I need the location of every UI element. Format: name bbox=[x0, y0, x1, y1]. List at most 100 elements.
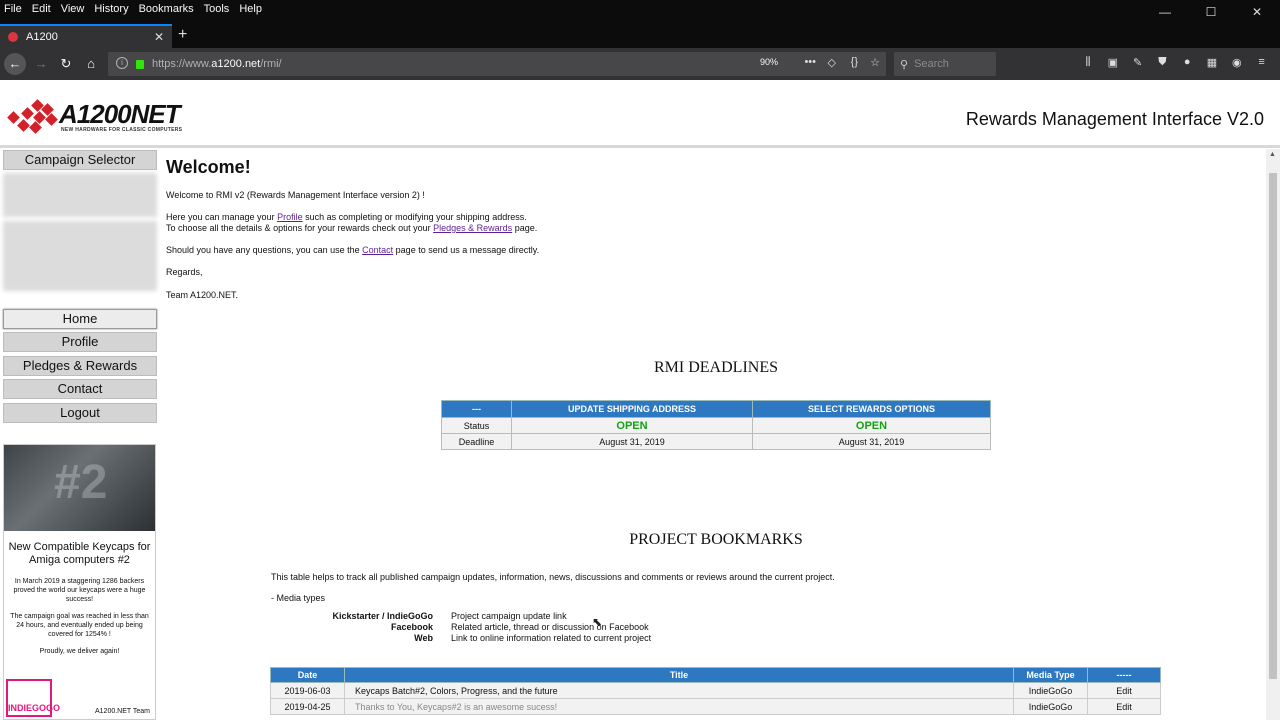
media-type-key: Kickstarter / IndieGoGo bbox=[332, 611, 433, 621]
bookmark-media-type: IndieGoGo bbox=[1013, 682, 1088, 699]
mouse-cursor-icon: ⬉ bbox=[592, 615, 603, 629]
column-header: --- bbox=[441, 400, 512, 418]
page-scrollbar[interactable]: ▲ bbox=[1266, 149, 1280, 720]
addon-icon[interactable]: ● bbox=[1175, 56, 1200, 69]
edit-button[interactable]: Edit bbox=[1087, 698, 1161, 715]
contact-link[interactable]: Contact bbox=[362, 245, 393, 255]
table-row[interactable]: 2019-06-03 Keycaps Batch#2, Colors, Prog… bbox=[270, 682, 1161, 699]
deadlines-heading: RMI DEADLINES bbox=[654, 359, 778, 376]
search-placeholder: Search bbox=[914, 58, 949, 70]
text-segment: page to send us a message directly. bbox=[393, 245, 540, 255]
sidebar: Campaign Selector Home Profile Pledges &… bbox=[0, 149, 160, 720]
grid-addon-icon[interactable]: ▦ bbox=[1200, 56, 1225, 69]
menu-file[interactable]: File bbox=[4, 3, 22, 15]
sidebar-item-contact[interactable]: Contact bbox=[3, 379, 157, 399]
media-type-desc: Link to online information related to cu… bbox=[451, 633, 652, 643]
extension-icon[interactable]: ✎ bbox=[1125, 56, 1150, 69]
promo-text: The campaign goal was reached in less th… bbox=[10, 613, 149, 638]
table-row: Status OPEN OPEN bbox=[441, 417, 991, 434]
bookmark-star-icon[interactable]: ☆ bbox=[870, 56, 880, 69]
promo-body: In March 2019 a staggering 1286 backers … bbox=[4, 577, 155, 656]
url-bar[interactable]: i https://www. a1200.net/rmi/ 90% ••• ◇ {… bbox=[108, 52, 886, 76]
welcome-text: Welcome to RMI v2 (Rewards Management In… bbox=[166, 190, 425, 200]
forward-arrow-icon[interactable]: → bbox=[30, 53, 52, 75]
search-icon: ⚲ bbox=[900, 58, 909, 71]
welcome-text: Regards, bbox=[166, 267, 203, 277]
tab-title: A1200 bbox=[26, 31, 58, 43]
site-logo[interactable]: A1200NET NEW HARDWARE FOR CLASSIC COMPUT… bbox=[3, 97, 199, 137]
back-arrow-icon[interactable]: ← bbox=[4, 53, 26, 75]
sidebar-item-logout[interactable]: Logout bbox=[3, 403, 157, 423]
site-header: A1200NET NEW HARDWARE FOR CLASSIC COMPUT… bbox=[0, 80, 1280, 148]
sidebar-item-home[interactable]: Home bbox=[3, 309, 157, 329]
keycaps-image: #2 bbox=[4, 445, 155, 531]
sidebar-item-profile[interactable]: Profile bbox=[3, 332, 157, 352]
sidebar-icon[interactable]: ▣ bbox=[1100, 56, 1125, 69]
hamburger-menu-icon[interactable]: ≡ bbox=[1249, 56, 1274, 69]
table-row: Deadline August 31, 2019 August 31, 2019 bbox=[441, 433, 991, 450]
table-header-row: Date Title Media Type ----- bbox=[270, 667, 1161, 683]
menu-view[interactable]: View bbox=[61, 3, 85, 15]
close-window-button[interactable]: ✕ bbox=[1234, 0, 1280, 24]
row-label: Deadline bbox=[441, 433, 512, 450]
bookmark-title[interactable]: Keycaps Batch#2, Colors, Progress, and t… bbox=[344, 682, 1014, 699]
tab-bar: A1200 ✕ + bbox=[0, 24, 1280, 48]
menu-help[interactable]: Help bbox=[239, 3, 262, 15]
reload-icon[interactable]: ↻ bbox=[55, 53, 77, 75]
maximize-button[interactable]: ☐ bbox=[1188, 0, 1234, 24]
bookmark-date: 2019-06-03 bbox=[270, 682, 345, 699]
column-header: Media Type bbox=[1013, 667, 1088, 683]
menu-edit[interactable]: Edit bbox=[32, 3, 51, 15]
sidebar-item-pledges-rewards[interactable]: Pledges & Rewards bbox=[3, 356, 157, 376]
url-host: a1200.net bbox=[211, 58, 261, 70]
toolbar-icons: ⫼ ▣ ✎ ⛊ ● ▦ ◉ ≡ bbox=[1076, 56, 1274, 69]
text-segment: such as completing or modifying your shi… bbox=[302, 212, 527, 222]
row-label: Status bbox=[441, 417, 512, 434]
site-favicon-icon bbox=[8, 32, 18, 42]
campaign-option-blurred[interactable] bbox=[3, 173, 157, 217]
reader-view-icon[interactable]: {} bbox=[851, 56, 858, 68]
indiegogo-logo: INDIEGOGO bbox=[6, 679, 60, 717]
column-header: Date bbox=[270, 667, 345, 683]
new-tab-button[interactable]: + bbox=[178, 26, 187, 44]
menu-tools[interactable]: Tools bbox=[204, 3, 230, 15]
table-row[interactable]: 2019-04-25 Thanks to You, Keycaps#2 is a… bbox=[270, 698, 1161, 715]
site-info-icon[interactable]: i bbox=[116, 57, 128, 69]
profile-link[interactable]: Profile bbox=[277, 212, 303, 222]
campaign-selector-button[interactable]: Campaign Selector bbox=[3, 150, 157, 170]
campaign-option-blurred[interactable] bbox=[3, 221, 157, 291]
deadlines-table: --- UPDATE SHIPPING ADDRESS SELECT REWAR… bbox=[441, 400, 991, 450]
pocket-icon[interactable]: ◇ bbox=[828, 56, 836, 69]
tab-a1200[interactable]: A1200 ✕ bbox=[0, 24, 172, 48]
scrollbar-thumb[interactable] bbox=[1269, 173, 1277, 679]
edit-button[interactable]: Edit bbox=[1087, 682, 1161, 699]
account-icon[interactable]: ◉ bbox=[1224, 56, 1249, 69]
bookmark-title[interactable]: Thanks to You, Keycaps#2 is an awesome s… bbox=[344, 698, 1014, 715]
home-icon[interactable]: ⌂ bbox=[80, 53, 102, 75]
menu-bar: File Edit View History Bookmarks Tools H… bbox=[0, 0, 1280, 18]
zoom-level[interactable]: 90% bbox=[760, 57, 778, 67]
deadline-date: August 31, 2019 bbox=[511, 433, 753, 450]
menu-bookmarks[interactable]: Bookmarks bbox=[139, 3, 194, 15]
menu-history[interactable]: History bbox=[94, 3, 128, 15]
welcome-text: To choose all the details & options for … bbox=[166, 223, 537, 234]
page-actions-icon[interactable]: ••• bbox=[804, 56, 816, 68]
pledges-rewards-link[interactable]: Pledges & Rewards bbox=[433, 223, 512, 233]
minimize-button[interactable]: — bbox=[1142, 0, 1188, 24]
column-header: UPDATE SHIPPING ADDRESS bbox=[511, 400, 753, 418]
search-input[interactable]: ⚲ Search bbox=[894, 52, 996, 76]
library-icon[interactable]: ⫼ bbox=[1076, 56, 1101, 69]
tab-close-icon[interactable]: ✕ bbox=[154, 30, 164, 44]
logo-name: A1200NET bbox=[59, 99, 181, 129]
promo-card[interactable]: #2 New Compatible Keycaps for Amiga comp… bbox=[3, 444, 156, 720]
browser-chrome: File Edit View History Bookmarks Tools H… bbox=[0, 0, 1280, 80]
bookmark-date: 2019-04-25 bbox=[270, 698, 345, 715]
scroll-up-icon[interactable]: ▲ bbox=[1269, 151, 1276, 158]
welcome-text: Here you can manage your Profile such as… bbox=[166, 212, 527, 223]
bookmarks-table: Date Title Media Type ----- 2019-06-03 K… bbox=[270, 667, 1161, 715]
text-segment: To choose all the details & options for … bbox=[166, 223, 434, 233]
ublock-icon[interactable]: ⛊ bbox=[1150, 56, 1175, 69]
column-header: SELECT REWARDS OPTIONS bbox=[752, 400, 991, 418]
text-segment: page. bbox=[512, 223, 538, 233]
media-type-key: Web bbox=[414, 633, 433, 643]
